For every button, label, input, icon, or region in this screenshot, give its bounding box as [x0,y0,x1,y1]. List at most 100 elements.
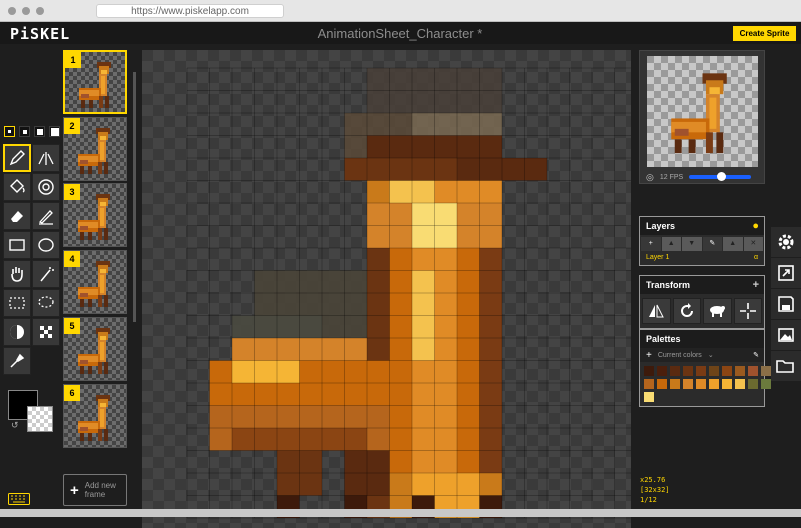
frame-4[interactable]: 4 [63,250,127,314]
sprite-pixel-block [99,96,103,108]
pen-tool[interactable] [3,144,31,172]
sprite-pixel-block [80,360,88,364]
palette-color-swatch[interactable] [657,379,667,389]
pen-size-4[interactable] [49,126,60,137]
frame-number: 4 [64,251,80,267]
sprite-pixel-block [100,269,106,273]
palette-color-swatch[interactable] [696,366,706,376]
flip-icon[interactable] [642,298,671,324]
palette-color-swatch[interactable] [709,366,719,376]
palettes-panel: Palettes + Current colors ⌄ ✎ [639,329,771,407]
palette-color-swatch[interactable] [644,392,654,402]
frame-6[interactable]: 6 [63,384,127,448]
sheep-icon[interactable] [703,298,732,324]
close-window-icon[interactable] [8,7,16,15]
palette-color-swatch[interactable] [709,379,719,389]
color-picker-tool[interactable] [3,347,31,375]
palette-color-swatch[interactable] [748,379,758,389]
lighten-tool[interactable] [3,318,31,346]
palette-color-swatch[interactable] [670,366,680,376]
edit-palette-icon[interactable]: ✎ [753,351,759,359]
rect-selection-tool[interactable] [3,289,31,317]
frames-scrollbar[interactable] [133,72,136,322]
palette-color-swatch[interactable] [761,366,771,376]
palette-color-swatch[interactable] [670,379,680,389]
palette-color-swatch[interactable] [683,379,693,389]
swap-colors-icon[interactable]: ↺ [11,420,19,431]
sprite-pixel-block [88,433,92,441]
save-icon[interactable] [771,289,801,319]
lasso-selection-tool[interactable] [32,289,60,317]
pen-size-1[interactable] [4,126,15,137]
frame-1[interactable]: 1 [63,50,127,114]
keyboard-shortcuts-icon[interactable] [8,492,30,510]
sprite-pixel-block [100,336,106,340]
sprite-pixel-block [101,76,105,94]
edit-layer-button[interactable]: ✎ [702,237,722,251]
fps-slider-knob[interactable] [717,172,727,181]
export-image-icon[interactable] [771,320,801,350]
palette-color-swatch[interactable] [722,366,732,376]
frame-number: 3 [64,184,80,200]
move-layer-up-button[interactable]: ▲ [661,237,681,251]
add-frame-button[interactable]: + Add new frame [63,474,127,506]
move-tool[interactable] [3,260,31,288]
palette-color-swatch[interactable] [644,379,654,389]
sprite-pixel-block [100,208,104,226]
add-frame-label: Add new frame [84,481,116,499]
palette-color-swatch[interactable] [696,379,706,389]
pen-size-3[interactable] [34,126,45,137]
settings-gear-icon[interactable] [771,227,801,257]
shape-selection-tool[interactable] [32,260,60,288]
paint-bucket-tool[interactable] [3,173,31,201]
palette-color-swatch[interactable] [683,366,693,376]
palette-color-swatch[interactable] [735,366,745,376]
drawing-canvas[interactable] [142,50,631,528]
add-layer-button[interactable]: + [641,237,661,251]
circle-tool[interactable] [32,231,60,259]
palette-color-swatch[interactable] [748,366,758,376]
create-sprite-button[interactable]: Create Sprite [733,26,796,41]
center-icon[interactable] [733,298,762,324]
frame-3[interactable]: 3 [63,183,127,247]
pen-size-2[interactable] [19,126,30,137]
frame-number: 1 [65,52,81,68]
address-bar[interactable]: https://www.piskelapp.com [96,4,284,18]
chevron-down-icon[interactable]: ⌄ [708,351,714,359]
sprite-pixel-block [100,403,106,407]
delete-layer-button[interactable]: ✕ [743,237,763,251]
eye-icon[interactable]: ● [752,217,759,235]
paint-same-color-tool[interactable] [32,173,60,201]
frame-2[interactable]: 2 [63,117,127,181]
palette-color-swatch[interactable] [722,379,732,389]
move-layer-down-button[interactable]: ▼ [682,237,702,251]
sprite-pixel-block [100,409,104,427]
minimize-window-icon[interactable] [22,7,30,15]
maximize-window-icon[interactable] [36,7,44,15]
add-palette-icon[interactable]: + [646,350,652,361]
merge-layer-button[interactable]: ▲ [723,237,743,251]
palette-color-swatch[interactable] [644,366,654,376]
vertical-mirror-tool[interactable] [32,144,60,172]
stroke-tool[interactable] [32,202,60,230]
eraser-tool[interactable] [3,202,31,230]
dithering-tool[interactable] [32,318,60,346]
rectangle-tool[interactable] [3,231,31,259]
palette-color-swatch[interactable] [735,379,745,389]
palette-color-swatch[interactable] [657,366,667,376]
sprite-pixel-block [100,202,106,206]
rotate-icon[interactable] [672,298,701,324]
palette-color-swatch[interactable] [761,379,771,389]
layer-name: Layer 1 [646,254,670,261]
plus-icon[interactable]: + [753,276,759,294]
fps-slider[interactable] [689,172,752,181]
resize-icon[interactable] [771,258,801,288]
frame-5[interactable]: 5 [63,317,127,381]
onion-skin-icon[interactable]: ◎ [646,172,654,183]
layer-item[interactable]: Layer 1 α [640,251,764,265]
open-folder-icon[interactable] [771,351,801,381]
circle-icon [38,238,54,252]
palette-select[interactable]: Current colors [658,352,702,359]
secondary-color-swatch[interactable] [27,406,53,432]
layer-opacity[interactable]: α [754,251,758,265]
